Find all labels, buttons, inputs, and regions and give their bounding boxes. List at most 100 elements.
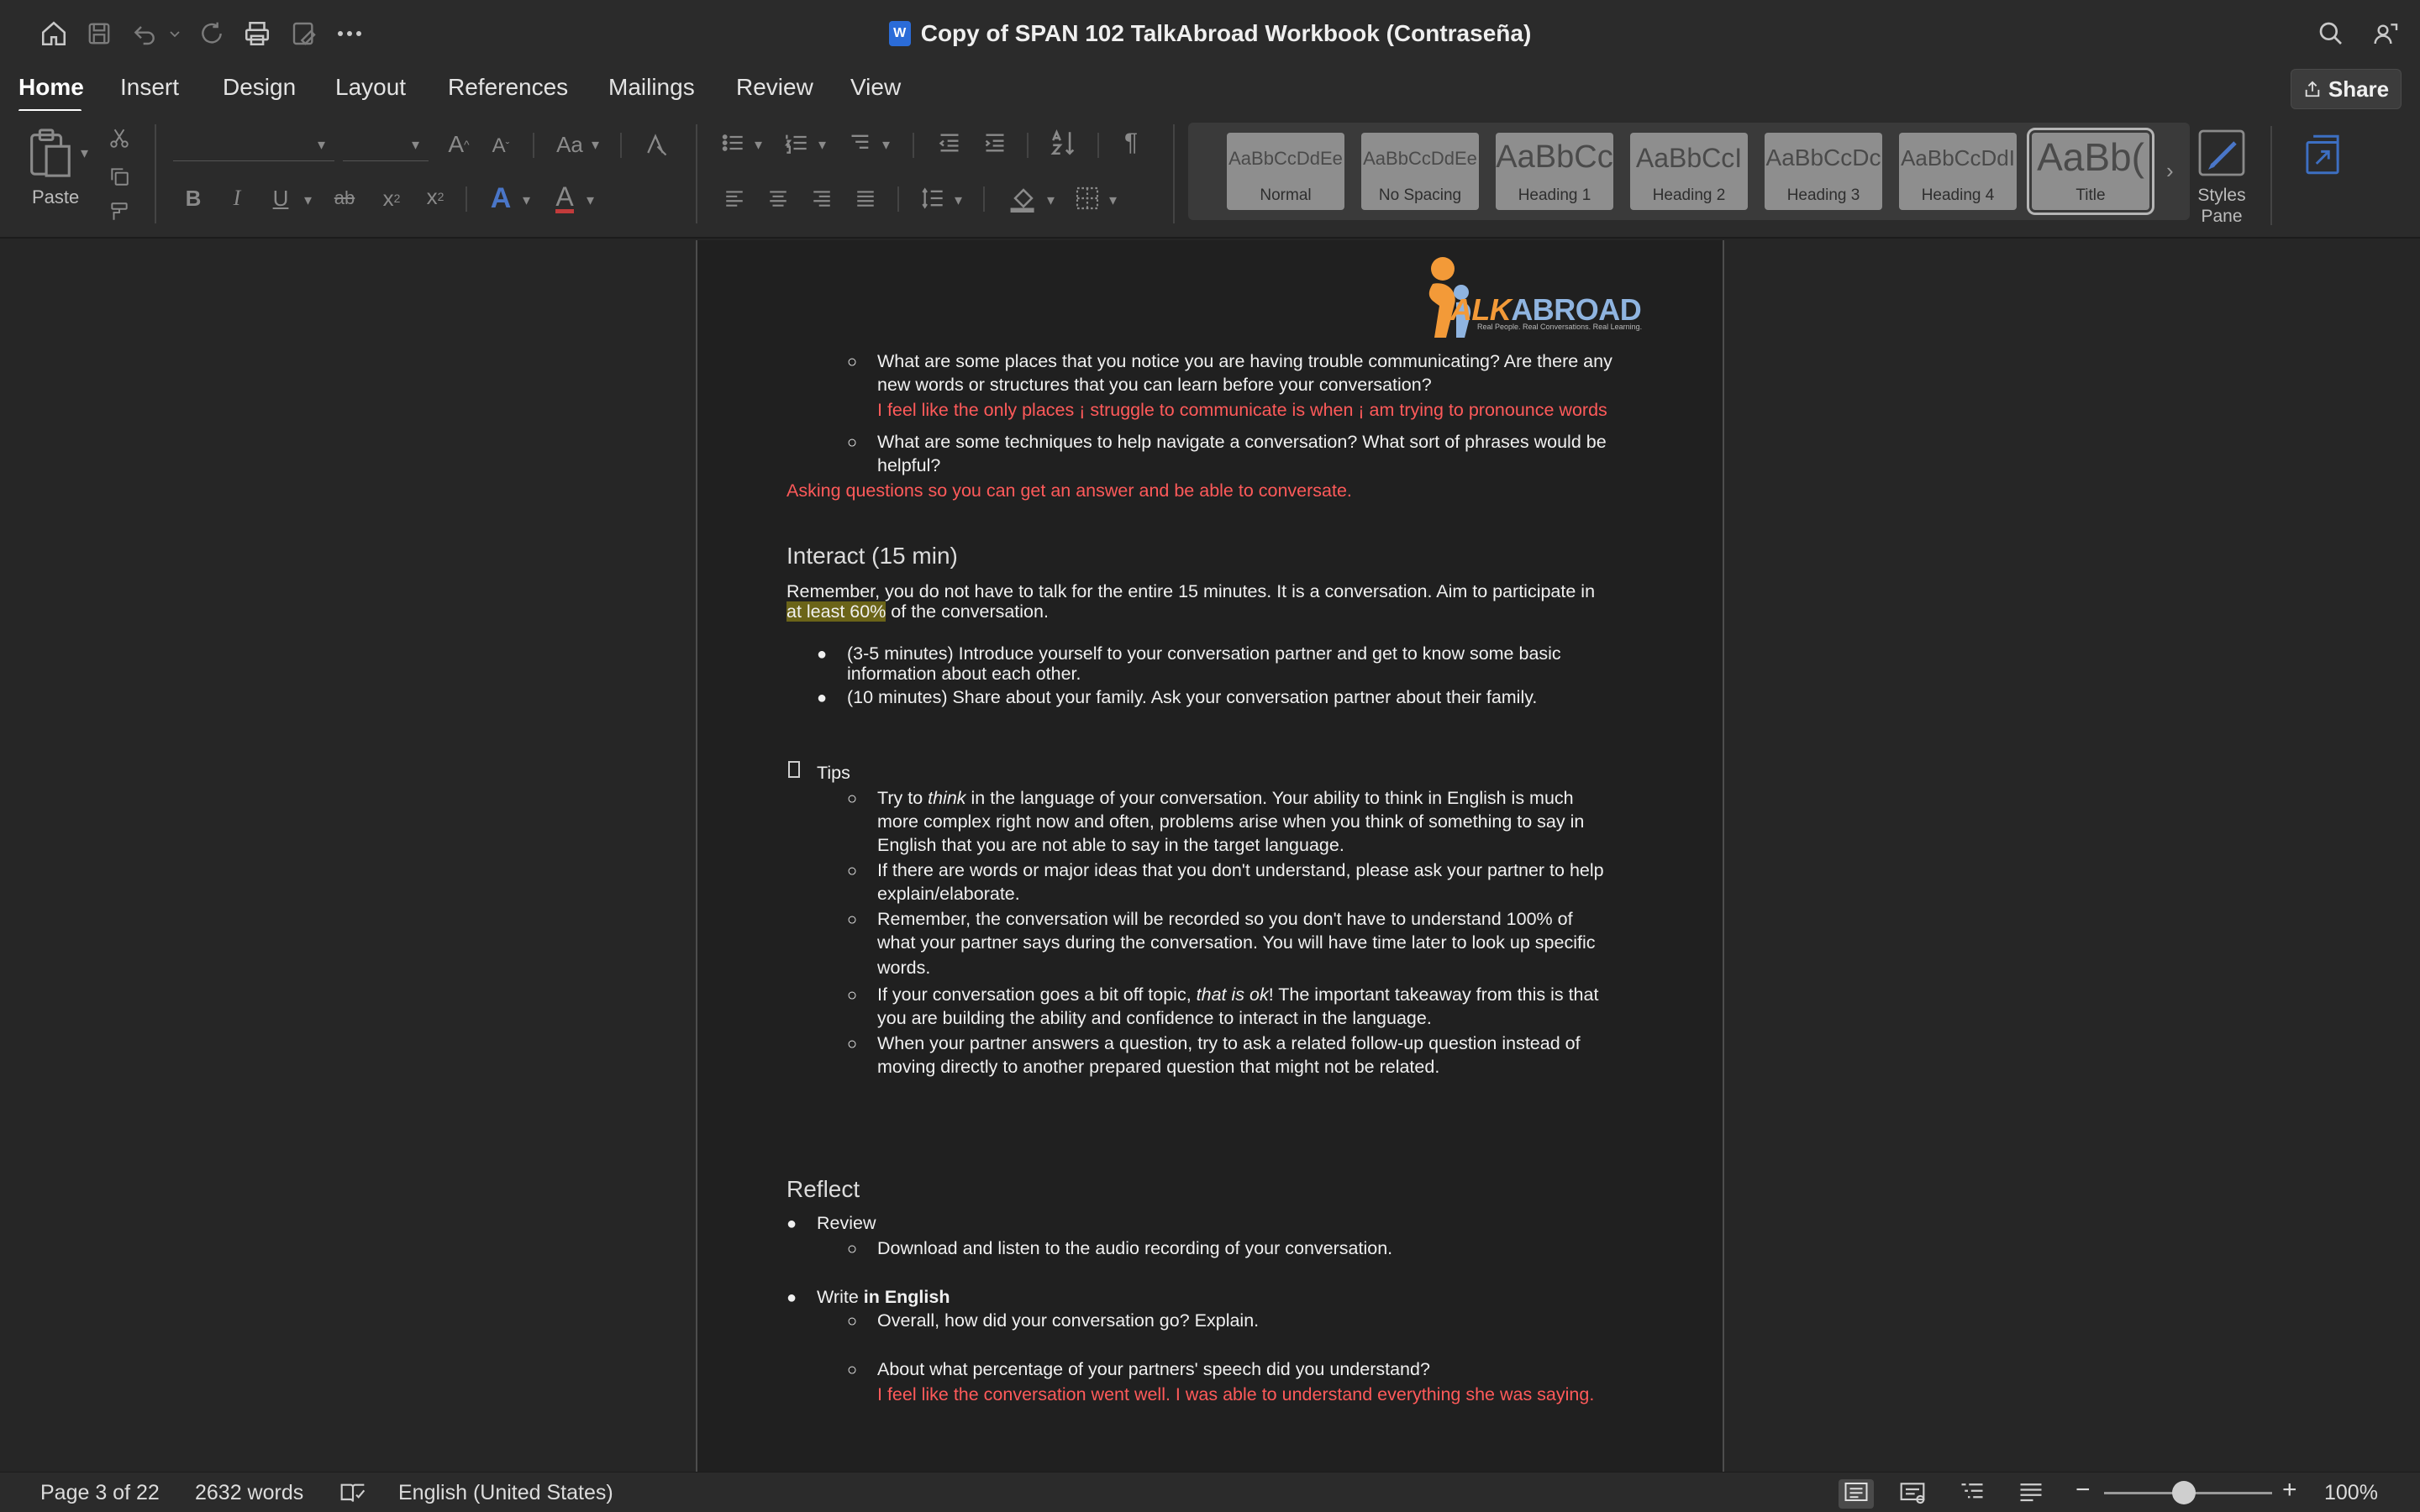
show-formatting-icon[interactable]: ¶	[1114, 128, 1148, 158]
home-icon[interactable]	[35, 17, 72, 50]
grow-font-icon[interactable]: A ^	[442, 129, 476, 160]
numbering-chevron-icon[interactable]: ▾	[818, 136, 826, 154]
cut-icon[interactable]	[104, 124, 134, 151]
dictate-addin-icon[interactable]	[2296, 128, 2349, 181]
tab-view[interactable]: View	[850, 74, 901, 101]
style-heading-1[interactable]: AaBbCc Heading 1	[1496, 133, 1613, 210]
zoom-level[interactable]: 100%	[2324, 1481, 2378, 1505]
ribbon-separator	[897, 186, 899, 212]
copy-icon[interactable]	[104, 163, 134, 190]
language-indicator[interactable]: English (United States)	[398, 1481, 613, 1505]
zoom-in-icon[interactable]: +	[2282, 1476, 2297, 1504]
print-layout-icon[interactable]	[1839, 1479, 1874, 1509]
tip-4-emphasis: that is ok	[1196, 984, 1269, 1005]
print-icon[interactable]	[239, 17, 276, 50]
list-item: ○	[847, 911, 858, 929]
justify-icon[interactable]	[849, 183, 882, 213]
sort-icon[interactable]	[1045, 126, 1082, 160]
tab-review[interactable]: Review	[736, 74, 813, 101]
paste-button[interactable]	[24, 126, 76, 180]
question-2-line-1: What are some techniques to help navigat…	[877, 432, 1607, 452]
tab-layout[interactable]: Layout	[335, 74, 406, 101]
borders-icon[interactable]	[1069, 181, 1106, 215]
line-spacing-chevron-icon[interactable]: ▾	[955, 192, 962, 209]
style-sample: AaBbCcDdI	[1901, 145, 2015, 171]
decrease-indent-icon[interactable]	[933, 128, 966, 158]
multilevel-chevron-icon[interactable]: ▾	[882, 136, 890, 154]
paste-icon	[30, 129, 71, 177]
document-canvas[interactable]: TALKABROAD Real People. Real Conversatio…	[0, 240, 2420, 1472]
format-painter-icon[interactable]	[104, 198, 134, 225]
tab-design[interactable]: Design	[223, 74, 296, 101]
style-heading-4[interactable]: AaBbCcDdI Heading 4	[1899, 133, 2017, 210]
underline-chevron-icon[interactable]: ▾	[304, 192, 312, 209]
shrink-font-icon[interactable]: Aˇ	[484, 131, 518, 161]
change-case-icon[interactable]: Aa	[551, 129, 588, 160]
ribbon-separator	[1097, 133, 1099, 158]
tab-mailings[interactable]: Mailings	[608, 74, 695, 101]
tab-references[interactable]: References	[448, 74, 568, 101]
style-title[interactable]: AaBb( Title	[2027, 128, 2154, 215]
style-heading-2[interactable]: AaBbCcI Heading 2	[1630, 133, 1748, 210]
bold-button[interactable]: B	[176, 183, 210, 213]
search-icon[interactable]	[2312, 17, 2349, 50]
superscript-button[interactable]: x2	[418, 181, 452, 212]
align-left-icon[interactable]	[718, 183, 751, 213]
redo-icon[interactable]	[193, 17, 230, 50]
zoom-out-icon[interactable]: −	[2075, 1476, 2091, 1504]
italic-button[interactable]: I	[220, 183, 254, 213]
align-right-icon[interactable]	[805, 183, 839, 213]
save-as-icon[interactable]	[286, 17, 323, 50]
outline-view-icon[interactable]	[1960, 1481, 1985, 1507]
share-button[interactable]: Share	[2291, 69, 2402, 109]
clear-formatting-icon[interactable]	[639, 129, 672, 160]
focus-mode-icon[interactable]	[1899, 1481, 1926, 1509]
text-effects-icon[interactable]: A	[482, 181, 519, 215]
increase-indent-icon[interactable]	[978, 128, 1012, 158]
font-color-icon[interactable]: A	[546, 181, 583, 215]
subscript-button[interactable]: x2	[375, 183, 408, 213]
tip-1-pre: Try to	[877, 788, 929, 808]
bullets-chevron-icon[interactable]: ▾	[755, 136, 762, 154]
numbering-icon[interactable]	[780, 128, 813, 158]
style-heading-3[interactable]: AaBbCcDc Heading 3	[1765, 133, 1882, 210]
account-icon[interactable]	[2368, 17, 2405, 50]
font-name-dropdown[interactable]	[173, 128, 334, 161]
undo-dropdown-icon[interactable]	[165, 17, 185, 50]
font-name-chevron-icon[interactable]: ▾	[318, 136, 325, 154]
paste-dropdown-icon[interactable]: ▾	[81, 144, 88, 162]
text-effects-chevron-icon[interactable]: ▾	[523, 192, 530, 209]
page-count[interactable]: Page 3 of 22	[40, 1481, 160, 1505]
shading-chevron-icon[interactable]: ▾	[1047, 192, 1055, 209]
style-normal[interactable]: AaBbCcDdEe Normal	[1227, 133, 1344, 210]
font-size-chevron-icon[interactable]: ▾	[412, 136, 419, 154]
list-item: ●	[786, 1289, 797, 1307]
tip-5-line-2: moving directly to another prepared ques…	[877, 1057, 1440, 1077]
save-icon[interactable]	[82, 17, 116, 50]
strikethrough-button[interactable]: ab	[326, 183, 363, 213]
align-center-icon[interactable]	[761, 183, 795, 213]
change-case-chevron-icon[interactable]: ▾	[592, 136, 599, 154]
shading-icon[interactable]	[1005, 181, 1042, 215]
line-spacing-icon[interactable]	[916, 183, 950, 213]
draft-view-icon[interactable]	[2018, 1481, 2044, 1507]
ribbon-separator	[466, 186, 467, 212]
undo-icon[interactable]	[128, 17, 161, 50]
font-color-chevron-icon[interactable]: ▾	[587, 192, 594, 209]
list-item: ○	[847, 1312, 858, 1331]
tab-home[interactable]: Home	[18, 74, 84, 101]
borders-chevron-icon[interactable]: ▾	[1109, 192, 1117, 209]
multilevel-list-icon[interactable]	[844, 128, 877, 158]
proofing-icon[interactable]	[339, 1481, 366, 1509]
style-no-spacing[interactable]: AaBbCcDdEe No Spacing	[1361, 133, 1479, 210]
tab-insert[interactable]: Insert	[120, 74, 179, 101]
document-page[interactable]: TALKABROAD Real People. Real Conversatio…	[696, 240, 1724, 1472]
zoom-slider-handle[interactable]	[2172, 1481, 2196, 1504]
word-count[interactable]: 2632 words	[195, 1481, 303, 1505]
bullets-icon[interactable]	[716, 128, 750, 158]
write-answer-2: I feel like the conversation went well. …	[877, 1384, 1595, 1404]
underline-button[interactable]: U	[264, 183, 297, 213]
document-title-text: Copy of SPAN 102 TalkAbroad Workbook (Co…	[920, 20, 1532, 46]
more-options-icon[interactable]	[331, 17, 368, 50]
gallery-next-icon[interactable]: ›	[2166, 158, 2174, 184]
